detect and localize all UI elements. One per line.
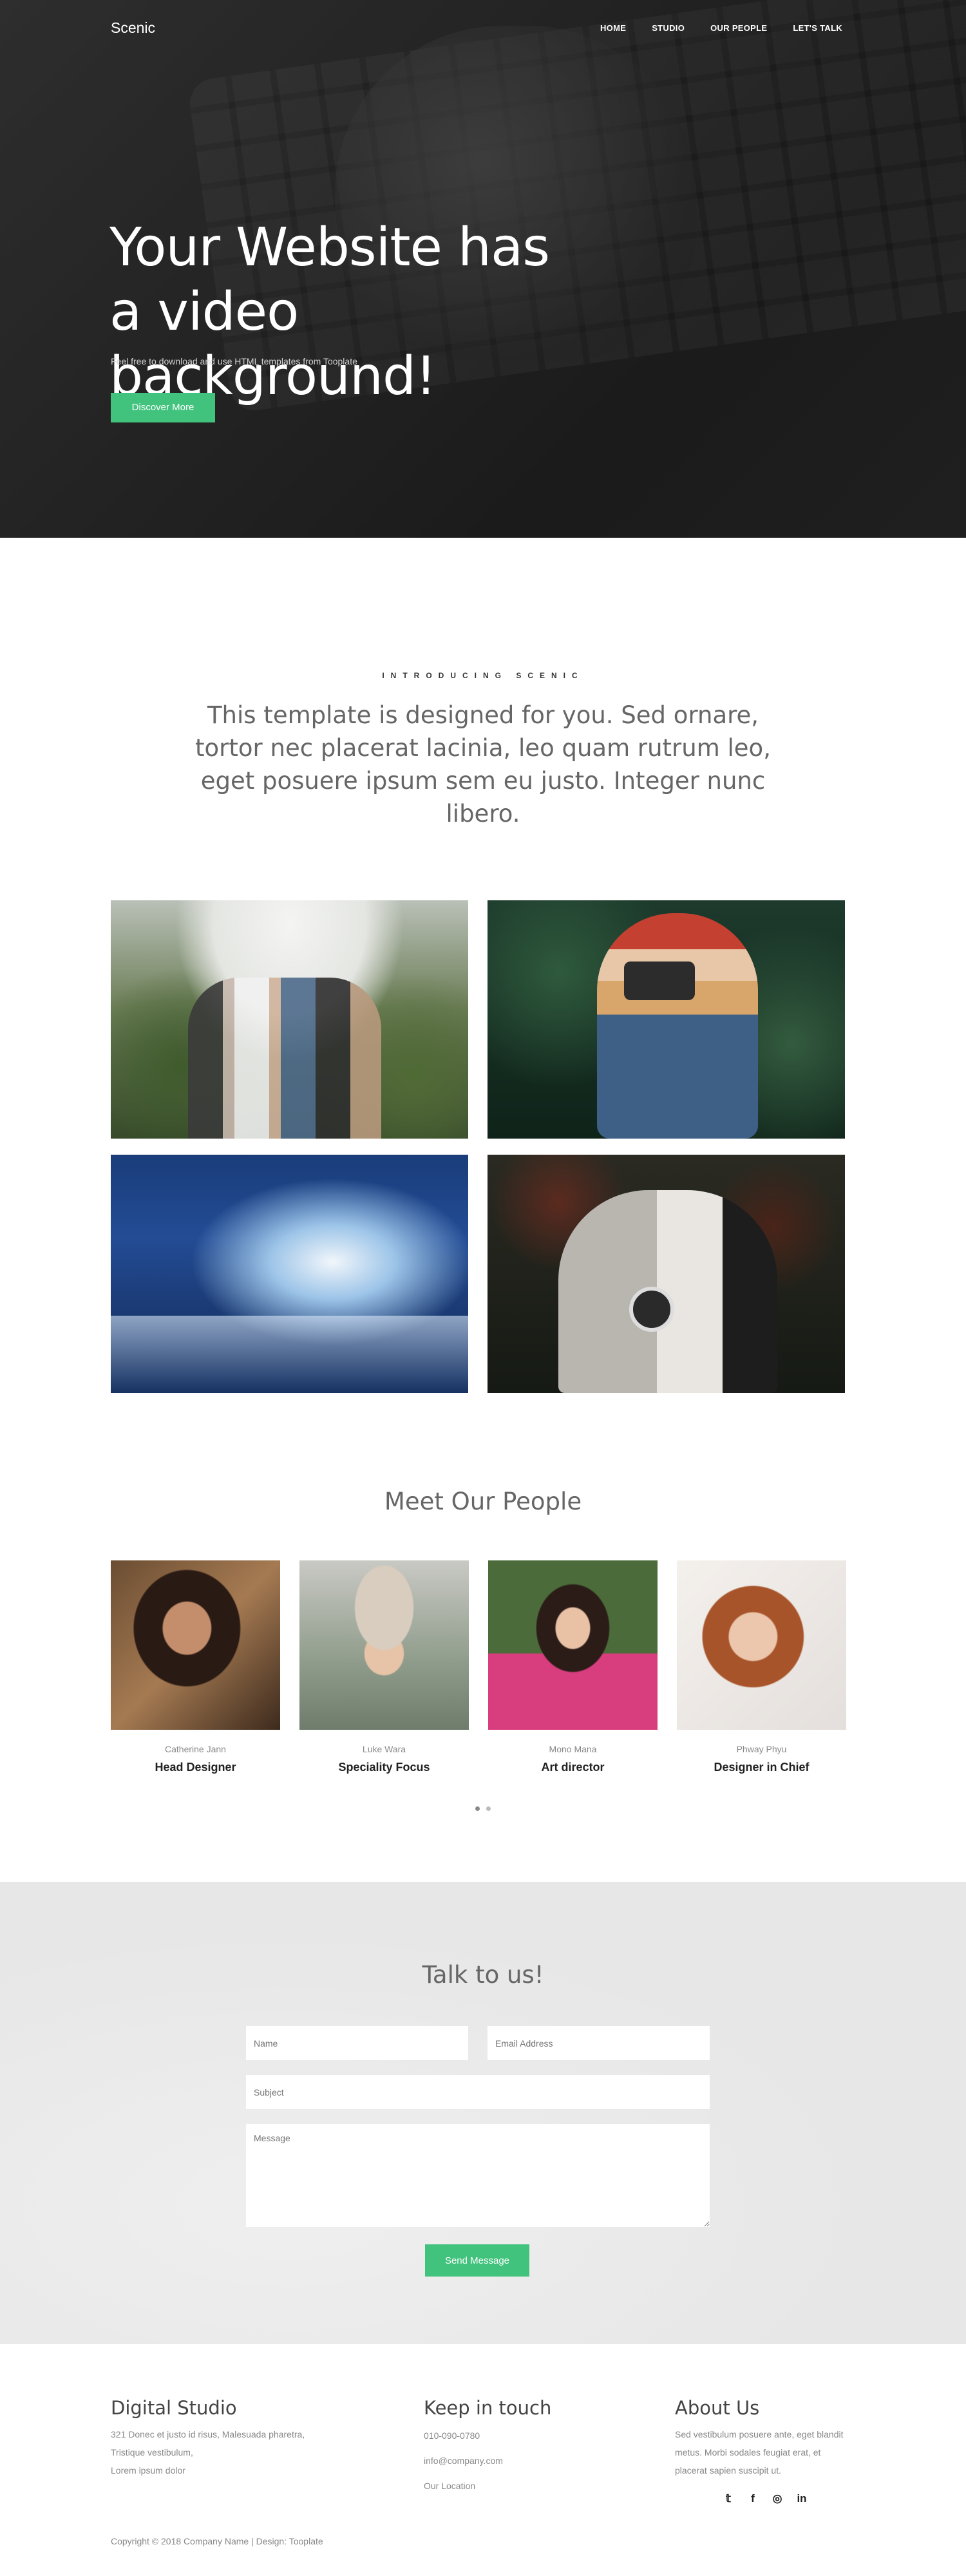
carousel-dot-2[interactable] xyxy=(486,1806,491,1811)
member-photo xyxy=(111,1560,280,1730)
nav-our-people[interactable]: OUR PEOPLE xyxy=(710,23,767,33)
copyright: Copyright © 2018 Company Name | Design: … xyxy=(111,2536,323,2546)
member-name: Phway Phyu xyxy=(736,1744,787,1754)
send-message-button[interactable]: Send Message xyxy=(425,2244,529,2277)
nav-lets-talk[interactable]: LET'S TALK xyxy=(793,23,842,33)
hero-section: Scenic HOME STUDIO OUR PEOPLE LET'S TALK… xyxy=(0,0,966,538)
intro-text: This template is designed for you. Sed o… xyxy=(195,701,771,828)
footer-about-text: Sed vestibulum posuere ante, eget blandi… xyxy=(675,2429,844,2476)
intro-kicker: INTRODUCING SCENIC xyxy=(382,671,584,680)
linkedin-icon[interactable]: in xyxy=(795,2492,809,2505)
footer-email[interactable]: info@company.com xyxy=(424,2453,591,2469)
footer-studio-title: Digital Studio xyxy=(111,2397,237,2419)
team-member-card[interactable]: Catherine Jann Head Designer xyxy=(111,1560,280,1774)
photo-hoodie-logo xyxy=(629,1287,674,1332)
team-member-card[interactable]: Luke Wara Speciality Focus xyxy=(299,1560,469,1774)
address-line-3: Lorem ipsum dolor xyxy=(111,2465,185,2476)
email-field[interactable] xyxy=(488,2026,710,2060)
gallery-photo-camera-girl[interactable] xyxy=(488,900,845,1139)
nav-studio[interactable]: STUDIO xyxy=(652,23,685,33)
address-line-2: Tristique vestibulum, xyxy=(111,2447,193,2458)
team-member-card[interactable]: Mono Mana Art director xyxy=(488,1560,658,1774)
gallery-photo-greenhouse-friends[interactable] xyxy=(111,900,468,1139)
gallery-photo-surf-wave[interactable] xyxy=(111,1155,468,1393)
footer-keep-title: Keep in touch xyxy=(424,2397,552,2419)
member-photo xyxy=(488,1560,658,1730)
team-member-card[interactable]: Phway Phyu Designer in Chief xyxy=(677,1560,846,1774)
address-line-1: 321 Donec et justo id risus, Malesuada p… xyxy=(111,2429,305,2439)
member-name: Catherine Jann xyxy=(165,1744,226,1754)
photo-foam-shape xyxy=(111,1316,468,1393)
carousel-dot-1[interactable] xyxy=(475,1806,480,1811)
hero-title: Your Website has a video background! xyxy=(109,217,550,407)
footer-location[interactable]: Our Location xyxy=(424,2478,591,2494)
member-name: Mono Mana xyxy=(549,1744,597,1754)
member-photo xyxy=(299,1560,469,1730)
footer-keep-in-touch: Keep in touch 010-090-0780 info@company.… xyxy=(424,2397,591,2494)
footer-address: 321 Donec et justo id risus, Malesuada p… xyxy=(111,2425,355,2479)
name-field[interactable] xyxy=(246,2026,468,2060)
social-icons: 𝕥 f ◎ in xyxy=(721,2492,809,2505)
photo-couple-shape xyxy=(558,1190,777,1393)
carousel-dots xyxy=(0,1806,966,1811)
member-name: Luke Wara xyxy=(362,1744,406,1754)
footer-about: About Us Sed vestibulum posuere ante, eg… xyxy=(675,2397,849,2479)
facebook-icon[interactable]: f xyxy=(746,2492,760,2505)
twitter-icon[interactable]: 𝕥 xyxy=(721,2492,735,2505)
contact-title: Talk to us! xyxy=(422,1961,544,1989)
nav-home[interactable]: HOME xyxy=(600,23,626,33)
member-role: Art director xyxy=(541,1761,605,1774)
photo-camera-shape xyxy=(624,961,695,1000)
member-role: Head Designer xyxy=(155,1761,236,1774)
footer-phone[interactable]: 010-090-0780 xyxy=(424,2428,591,2444)
people-title: Meet Our People xyxy=(384,1488,582,1515)
brand-logo[interactable]: Scenic xyxy=(111,19,155,37)
footer-about-title: About Us xyxy=(675,2397,760,2419)
discover-more-button[interactable]: Discover More xyxy=(111,393,215,422)
message-field[interactable] xyxy=(246,2124,710,2227)
footer-studio: Digital Studio 321 Donec et justo id ris… xyxy=(111,2397,355,2479)
nav-menu: HOME STUDIO OUR PEOPLE LET'S TALK xyxy=(600,23,842,33)
member-role: Designer in Chief xyxy=(714,1761,810,1774)
instagram-icon[interactable]: ◎ xyxy=(770,2492,784,2505)
top-nav: Scenic HOME STUDIO OUR PEOPLE LET'S TALK xyxy=(0,0,966,58)
gallery-photo-couple[interactable] xyxy=(488,1155,845,1393)
member-role: Speciality Focus xyxy=(338,1761,430,1774)
hero-subtitle: Feel free to download and use HTML templ… xyxy=(111,356,357,366)
photo-people-shape xyxy=(188,978,381,1139)
subject-field[interactable] xyxy=(246,2075,710,2109)
member-photo xyxy=(677,1560,846,1730)
photo-girl-shape xyxy=(597,913,758,1139)
